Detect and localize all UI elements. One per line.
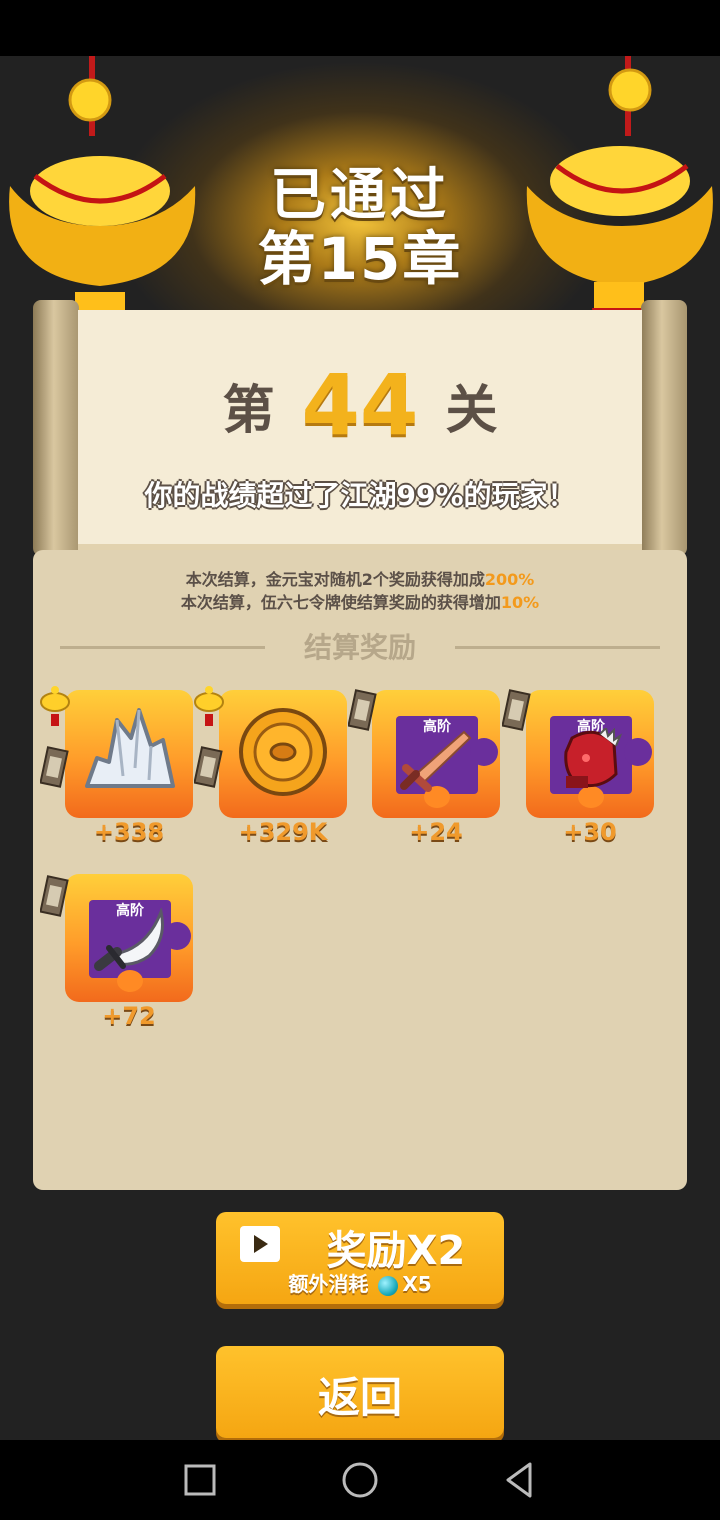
extra-cost-row: 额外消耗 X5 [216, 1268, 504, 1297]
bonus-line-1-value: 200% [484, 570, 535, 589]
ingot-badge-icon [194, 686, 224, 726]
scroll-rod-left [33, 300, 79, 556]
gauntlet-icon [564, 728, 623, 788]
bonus-line-1: 本次结算，金元宝对随机2个奖励获得加成200% [33, 566, 687, 590]
token-flag-icon [348, 689, 377, 731]
reward-item[interactable]: 高阶 [65, 874, 193, 1002]
gold-coin-icon [239, 708, 327, 796]
back-button-label: 返回 [317, 1373, 402, 1422]
level-indicator: 第 44 关 [78, 356, 642, 454]
level-prefix: 第 [222, 380, 275, 441]
section-title: 结算奖励 [303, 631, 416, 664]
token-flag-icon [502, 689, 531, 731]
reward-amount: +72 [102, 1002, 156, 1030]
reward-amount: +24 [409, 818, 463, 846]
bonus-line-1-text: 本次结算，金元宝对随机2个奖励获得加成 [185, 570, 485, 589]
reward-amount: +329K [238, 818, 328, 846]
level-suffix: 关 [445, 380, 498, 441]
extra-cost-amount: X5 [402, 1272, 432, 1296]
token-flag-icon [194, 746, 223, 788]
back-nav-icon[interactable] [498, 1458, 542, 1502]
bonus-line-2-text: 本次结算，伍六七令牌使结算奖励的获得增加 [180, 593, 501, 612]
recent-apps-icon[interactable] [178, 1458, 222, 1502]
sword-icon [400, 730, 472, 792]
scroll-rod-right [641, 300, 687, 556]
bonus-line-2: 本次结算，伍六七令牌使结算奖励的获得增加10% [33, 589, 687, 613]
double-reward-button[interactable]: 奖励X2 额外消耗 X5 [216, 1212, 504, 1304]
token-flag-icon [40, 875, 69, 917]
home-icon[interactable] [338, 1458, 382, 1502]
reward-item[interactable] [219, 690, 347, 818]
reward-amount: +338 [93, 818, 165, 846]
level-number: 44 [301, 356, 419, 454]
ingot-badge-icon [40, 686, 70, 726]
reward-item[interactable] [65, 690, 193, 818]
bonus-line-2-value: 10% [500, 593, 540, 612]
record-text: 你的战绩超过了江湖99%的玩家！ [144, 479, 576, 512]
puzzle-knob [624, 738, 652, 766]
back-button[interactable]: 返回 [216, 1346, 504, 1438]
navigation-bar [0, 1440, 720, 1520]
dagger-icon [94, 908, 164, 971]
reward-amount: +30 [563, 818, 617, 846]
gem-icon [378, 1275, 399, 1296]
silver-ore-icon [85, 708, 175, 788]
play-video-icon [240, 1226, 280, 1262]
reward-item[interactable]: 高阶 [526, 690, 654, 818]
title-line-2: 第15章 [257, 225, 463, 293]
status-bar [0, 0, 720, 56]
reward-item[interactable]: 高阶 [372, 690, 500, 818]
extra-cost-label: 额外消耗 [288, 1272, 369, 1296]
token-flag-icon [40, 746, 69, 788]
